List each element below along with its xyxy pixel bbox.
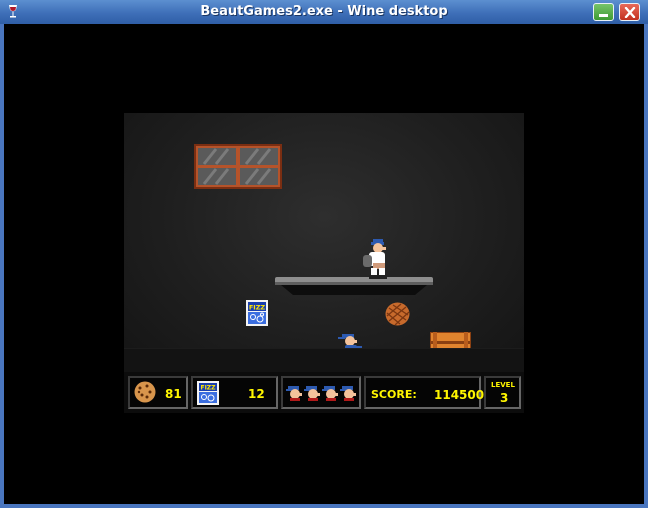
fizz-can-icon: FIZZ <box>197 381 219 405</box>
stone-ledge <box>275 277 433 295</box>
lives-box <box>281 376 361 409</box>
cookie-icon <box>134 381 156 403</box>
baker-enemy-sprite <box>363 239 387 279</box>
cookie-pickup <box>385 302 410 326</box>
window-frame-right <box>644 24 648 508</box>
wine-window: BeautGames2.exe - Wine desktop FIZZ 81 F… <box>0 0 648 508</box>
level-value: 3 <box>500 391 509 405</box>
floor <box>124 348 524 373</box>
cookie-counter-box: 81 <box>128 376 188 409</box>
hud-fizz-label: FIZZ <box>200 385 216 392</box>
room-window <box>194 144 282 189</box>
fizz-can-label: FIZZ <box>249 304 266 312</box>
minimize-button[interactable] <box>593 3 614 21</box>
lives-row <box>286 384 358 405</box>
fizz-counter-box: FIZZ 12 <box>191 376 278 409</box>
wine-desktop: FIZZ 81 FIZZ 12 SCORE: 114500 LEVEL 3 <box>4 24 644 504</box>
life-icon <box>340 386 356 401</box>
game-scene: FIZZ <box>124 113 524 373</box>
score-box: SCORE: 114500 <box>364 376 485 409</box>
level-label: LEVEL <box>491 381 515 389</box>
level-box: LEVEL 3 <box>484 376 521 409</box>
fizz-can-pickup: FIZZ <box>246 300 268 326</box>
fizz-count: 12 <box>248 387 265 401</box>
window-title: BeautGames2.exe - Wine desktop <box>200 4 448 19</box>
score-label: SCORE: <box>371 388 417 401</box>
close-icon <box>624 7 636 18</box>
cookie-count: 81 <box>165 387 182 401</box>
life-icon <box>304 386 320 401</box>
life-icon <box>286 386 302 401</box>
close-button[interactable] <box>619 3 640 21</box>
status-bar: 81 FIZZ 12 SCORE: 114500 LEVEL 3 <box>124 372 524 413</box>
title-bar[interactable]: BeautGames2.exe - Wine desktop <box>0 0 648 25</box>
window-frame-bottom <box>0 504 648 508</box>
game-viewport[interactable]: FIZZ 81 FIZZ 12 SCORE: 114500 LEVEL 3 <box>124 113 524 413</box>
life-icon <box>322 386 338 401</box>
score-value: 114500 <box>434 388 485 402</box>
